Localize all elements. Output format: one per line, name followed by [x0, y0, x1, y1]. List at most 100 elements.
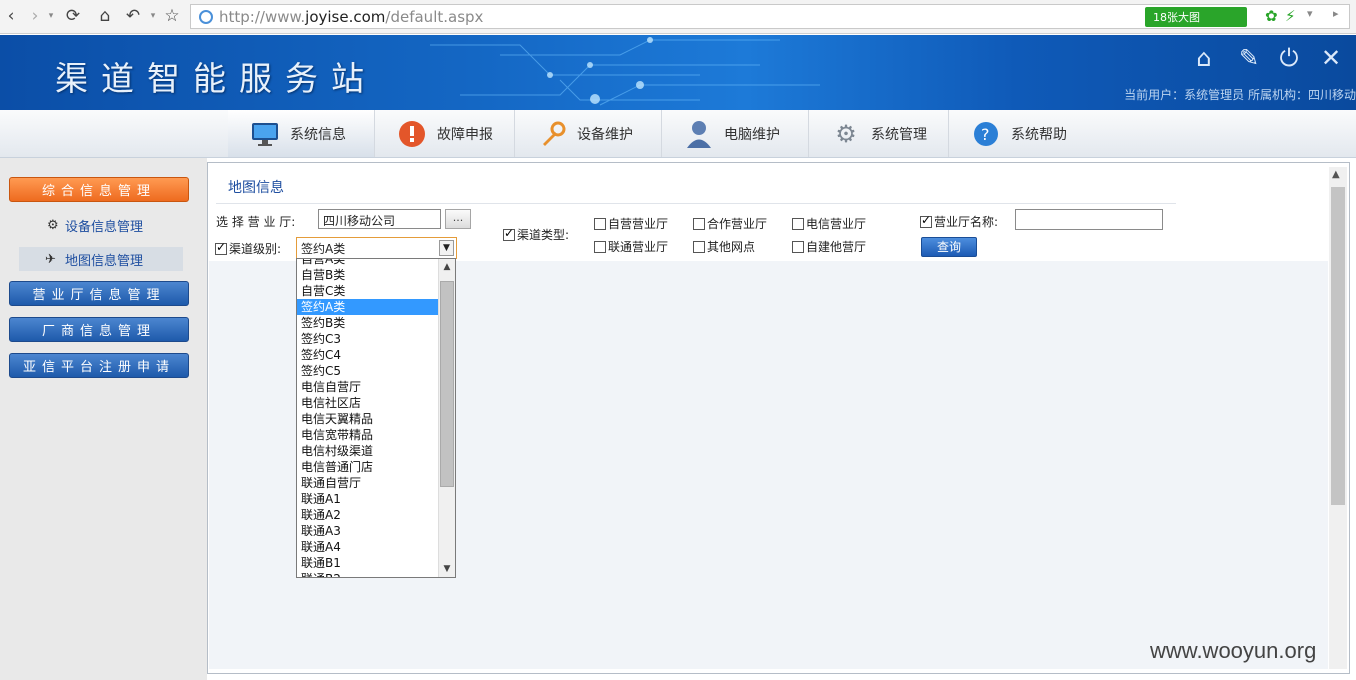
- undo-icon[interactable]: ↶: [122, 4, 144, 28]
- type-checkbox[interactable]: [594, 241, 606, 253]
- dropdown-option[interactable]: 自营A类: [297, 259, 439, 267]
- dropdown-option[interactable]: 联通B1: [297, 555, 439, 571]
- power-icon[interactable]: ⏻: [1275, 44, 1303, 72]
- type-checkbox[interactable]: [693, 218, 705, 230]
- dropdown-option[interactable]: 电信社区店: [297, 395, 439, 411]
- channel-level-select[interactable]: 签约A类 ▼: [296, 237, 457, 259]
- query-button[interactable]: 查询: [921, 237, 977, 257]
- sidebar-menu-label: 综合信息管理: [41, 184, 156, 199]
- dropdown-option[interactable]: 签约C4: [297, 347, 439, 363]
- wrench-icon[interactable]: ✎: [1235, 44, 1263, 72]
- dropdown-option[interactable]: 签约B类: [297, 315, 439, 331]
- nav-item-fault-report[interactable]: 故障申报: [375, 110, 515, 157]
- home-icon[interactable]: ⌂: [1190, 44, 1218, 72]
- dropdown-options: 自营A类 自营B类 自营C类 签约A类 签约B类 签约C3 签约C4 签约C5 电信自营厅 电信社…: [297, 259, 439, 577]
- dropdown-option[interactable]: 电信普通门店: [297, 459, 439, 475]
- chevron-down-icon[interactable]: ▼: [439, 240, 454, 256]
- globe-icon: [199, 10, 213, 24]
- type-checkbox[interactable]: [594, 218, 606, 230]
- sidebar-item-label: 设备信息管理: [65, 219, 144, 235]
- nav-item-device-maintenance[interactable]: 设备维护: [515, 110, 662, 157]
- nav-item-system-info[interactable]: 系统信息: [228, 110, 375, 157]
- dropdown-option[interactable]: 电信宽带精品: [297, 427, 439, 443]
- sidebar-menu-label: 厂商信息管理: [41, 324, 156, 339]
- type-option-label: 合作营业厅: [707, 217, 768, 231]
- nav-item-system-management[interactable]: ⚙ 系统管理: [809, 110, 949, 157]
- dropdown-option[interactable]: 自营C类: [297, 283, 439, 299]
- dropdown-option[interactable]: 签约A类: [297, 299, 439, 315]
- dropdown-option[interactable]: 电信天翼精品: [297, 411, 439, 427]
- channel-type-label: 渠道类型:: [517, 228, 570, 242]
- dropdown-option[interactable]: 自营B类: [297, 267, 439, 283]
- channel-type-filter: 渠道类型:: [503, 226, 569, 243]
- forward-more-icon[interactable]: ▸: [1333, 7, 1339, 20]
- page-scrollbar[interactable]: ▲: [1329, 167, 1347, 669]
- site-title: 渠道智能服务站: [55, 59, 377, 98]
- home-icon[interactable]: ⌂: [94, 4, 116, 28]
- dropdown-option[interactable]: 电信村级渠道: [297, 443, 439, 459]
- hall-name-input[interactable]: [1015, 209, 1163, 230]
- dropdown-option[interactable]: 联通B2: [297, 571, 439, 577]
- sidebar-item-device-info[interactable]: ⚙ 设备信息管理: [19, 213, 183, 237]
- scroll-up-icon[interactable]: ▲: [1332, 169, 1340, 180]
- sidebar-menu-asiainfo-register[interactable]: 亚信平台注册申请: [9, 353, 189, 378]
- hall-name-checkbox[interactable]: [920, 213, 932, 228]
- browser-toolbar: ‹ › ▾ ⟳ ⌂ ↶ ▾ ☆ http://www.joyise.com/de…: [0, 0, 1356, 34]
- big-picture-button[interactable]: 18张大图: [1145, 7, 1247, 27]
- scrollbar-thumb[interactable]: [1331, 187, 1345, 505]
- gear-icon: ⚙: [47, 217, 59, 233]
- dropdown-option[interactable]: 联通A2: [297, 507, 439, 523]
- dropdown-option[interactable]: 联通A1: [297, 491, 439, 507]
- channel-type-checkbox[interactable]: [503, 226, 515, 241]
- scroll-down-icon[interactable]: ▼: [439, 561, 455, 577]
- nav-label: 故障申报: [437, 126, 493, 143]
- clover-icon[interactable]: ✿: [1265, 7, 1278, 25]
- nav-item-system-help[interactable]: ? 系统帮助: [949, 110, 1089, 157]
- dropdown-scrollbar[interactable]: ▲ ▼: [438, 259, 455, 577]
- sidebar: 综合信息管理 ⚙ 设备信息管理 ✈ 地图信息管理 营业厅信息管理 厂商信息管理 …: [0, 158, 207, 680]
- type-checkbox[interactable]: [792, 241, 804, 253]
- hall-input[interactable]: 四川移动公司: [318, 209, 441, 229]
- site-banner: 渠道智能服务站 ⌂ ✎ ⏻ ✕ 当前用户：系统管理员 所属机构：四川移动: [0, 35, 1356, 110]
- sidebar-menu-hall-info[interactable]: 营业厅信息管理: [9, 281, 189, 306]
- nav-item-pc-maintenance[interactable]: 电脑维护: [662, 110, 809, 157]
- type-option: 其他网点: [693, 238, 755, 255]
- menu-dropdown-icon[interactable]: ▾: [1307, 7, 1313, 20]
- refresh-icon[interactable]: ⟳: [62, 4, 84, 28]
- browse-hall-button[interactable]: ...: [445, 209, 471, 229]
- dropdown-option[interactable]: 电信自营厅: [297, 379, 439, 395]
- sidebar-item-label: 地图信息管理: [65, 253, 144, 269]
- user-info: 当前用户：系统管理员 所属机构：四川移动: [1124, 88, 1356, 102]
- back-icon[interactable]: ‹: [0, 4, 22, 28]
- sidebar-item-map-info[interactable]: ✈ 地图信息管理: [19, 247, 183, 271]
- channel-level-value: 签约A类: [301, 242, 346, 256]
- history-dropdown-icon[interactable]: ▾: [40, 4, 62, 28]
- level-filter: 渠道级别:: [215, 240, 281, 257]
- level-checkbox[interactable]: [215, 240, 227, 255]
- lightning-icon[interactable]: ⚡: [1285, 7, 1296, 25]
- type-checkbox[interactable]: [792, 218, 804, 230]
- bird-icon: ✈: [45, 251, 56, 267]
- close-icon[interactable]: ✕: [1317, 44, 1345, 72]
- wrench-icon: [537, 120, 567, 148]
- help-icon: ?: [971, 120, 1001, 148]
- title-divider: [216, 203, 1176, 204]
- dropdown-scrollbar-thumb[interactable]: [440, 281, 454, 487]
- dropdown-option[interactable]: 联通自营厅: [297, 475, 439, 491]
- channel-level-dropdown[interactable]: 自营A类 自营B类 自营C类 签约A类 签约B类 签约C3 签约C4 签约C5 电信自营厅 电信社…: [296, 258, 456, 578]
- dropdown-option[interactable]: 签约C5: [297, 363, 439, 379]
- nav-label: 系统管理: [871, 126, 927, 143]
- type-checkbox[interactable]: [693, 241, 705, 253]
- dropdown-option[interactable]: 联通A4: [297, 539, 439, 555]
- main-nav: 系统信息 故障申报 设备维护 电脑维护 ⚙ 系统管理 ? 系统帮助: [0, 110, 1356, 158]
- favorite-star-icon[interactable]: ☆: [161, 4, 183, 28]
- type-option: 电信营业厅: [792, 215, 866, 232]
- sidebar-menu-comprehensive-info[interactable]: 综合信息管理: [9, 177, 189, 202]
- scroll-up-icon[interactable]: ▲: [439, 259, 455, 275]
- sidebar-menu-vendor-info[interactable]: 厂商信息管理: [9, 317, 189, 342]
- address-bar[interactable]: http://www.joyise.com/default.aspx 18张大图…: [190, 4, 1350, 29]
- dropdown-option[interactable]: 签约C3: [297, 331, 439, 347]
- hall-name-filter: 营业厅名称:: [920, 213, 998, 230]
- dropdown-option[interactable]: 联通A3: [297, 523, 439, 539]
- user-icon: [684, 120, 714, 148]
